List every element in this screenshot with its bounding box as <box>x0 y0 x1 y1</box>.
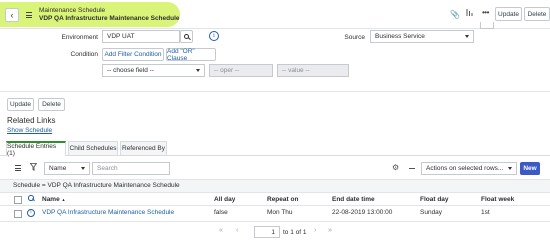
condition-label: Condition <box>70 51 98 58</box>
related-links-title: Related Links <box>7 116 56 125</box>
next-page-button[interactable]: › <box>314 227 316 234</box>
environment-field[interactable]: VDP UAT <box>102 30 180 43</box>
form-divider <box>0 91 550 92</box>
header-scroll-edge <box>480 22 494 29</box>
source-select[interactable]: Business Service <box>370 30 474 43</box>
tab-schedule-entries[interactable]: Schedule Entries (1) <box>6 141 66 157</box>
activity-icon[interactable] <box>466 8 473 17</box>
filter-icon[interactable] <box>29 163 38 173</box>
tab-child-schedules[interactable]: Child Schedules <box>68 141 118 155</box>
list-search-input[interactable]: Search <box>92 162 170 175</box>
search-icon <box>183 33 190 40</box>
row-end-date-time: 22-08-2019 13:00:00 <box>332 209 393 216</box>
chevron-down-icon <box>465 34 469 38</box>
column-header-name[interactable]: Name ▲ <box>42 196 66 203</box>
show-schedule-link[interactable]: Show Schedule <box>7 127 52 134</box>
chevron-down-icon <box>196 68 200 72</box>
chevron-down-icon <box>81 166 85 170</box>
tab-bar-line <box>0 155 550 156</box>
add-or-clause-button[interactable]: Add "OR" Clause <box>166 48 216 62</box>
prev-page-button[interactable]: ‹ <box>236 227 238 234</box>
row-checkbox[interactable] <box>14 210 22 218</box>
row-float-week: 1st <box>481 209 490 216</box>
column-header-repeat-on[interactable]: Repeat on <box>267 196 298 203</box>
attachment-icon[interactable]: 📎 <box>450 10 460 19</box>
chevron-left-icon: ‹ <box>10 9 14 20</box>
column-header-end-date-time[interactable]: End date time <box>332 196 375 203</box>
delete-button[interactable]: Delete <box>38 98 65 111</box>
column-header-all-day[interactable]: All day <box>214 196 235 203</box>
list-menu-icon[interactable] <box>15 165 21 171</box>
choose-field-select[interactable]: -- choose field -- <box>102 64 205 77</box>
more-options-icon[interactable]: ••• <box>482 8 489 17</box>
row-name-link[interactable]: VDP QA Infrastructure Maintenance Schedu… <box>42 209 174 216</box>
environment-value: VDP UAT <box>107 33 135 40</box>
row-divider <box>0 221 550 222</box>
row-repeat-on: Mon Thu <box>267 209 293 216</box>
chevron-down-icon <box>508 166 512 170</box>
source-value: Business Service <box>375 33 425 40</box>
environment-label: Environment <box>61 34 99 41</box>
last-page-button[interactable]: » <box>328 227 332 234</box>
first-page-button[interactable]: « <box>219 227 223 234</box>
source-label: Source <box>344 34 365 41</box>
record-name: VDP QA Infrastructure Maintenance Schedu… <box>39 15 180 22</box>
page-range-text: to 1 of 1 <box>283 229 307 236</box>
row-float-day: Sunday <box>420 209 443 216</box>
tab-referenced-by[interactable]: Referenced By <box>120 141 167 155</box>
value-input[interactable]: -- value -- <box>277 64 349 77</box>
column-header-float-day[interactable]: Float day <box>420 196 449 203</box>
add-filter-condition-button[interactable]: Add Filter Condition <box>102 48 164 61</box>
operator-select[interactable]: -- oper -- <box>209 64 273 77</box>
update-button[interactable]: Update <box>7 98 34 111</box>
record-type: Maintenance Schedule <box>39 7 106 14</box>
header-update-button[interactable]: Update <box>495 7 522 21</box>
page-number-input[interactable]: 1 <box>254 226 280 238</box>
list-settings-icon[interactable]: ⚙ <box>392 163 399 172</box>
row-all-day: false <box>214 209 228 216</box>
header-delete-button[interactable]: Delete <box>524 7 550 21</box>
back-button[interactable]: ‹ <box>5 8 19 22</box>
column-header-float-week[interactable]: Float week <box>481 196 514 203</box>
hamburger-icon[interactable] <box>26 12 32 18</box>
list-collapse-icon[interactable] <box>409 168 415 169</box>
new-button[interactable]: New <box>520 162 540 175</box>
column-search-icon[interactable] <box>28 195 35 202</box>
sort-ascending-icon: ▲ <box>61 196 66 202</box>
actions-select[interactable]: Actions on selected rows... <box>421 162 517 175</box>
info-icon[interactable]: i <box>209 31 219 41</box>
select-all-checkbox[interactable] <box>14 196 22 204</box>
row-info-icon[interactable]: i <box>27 209 35 217</box>
search-field-select[interactable]: Name <box>44 162 90 175</box>
list-breadcrumb[interactable]: Schedule = VDP QA Infrastructure Mainten… <box>13 182 180 189</box>
environment-lookup-button[interactable] <box>180 30 193 43</box>
